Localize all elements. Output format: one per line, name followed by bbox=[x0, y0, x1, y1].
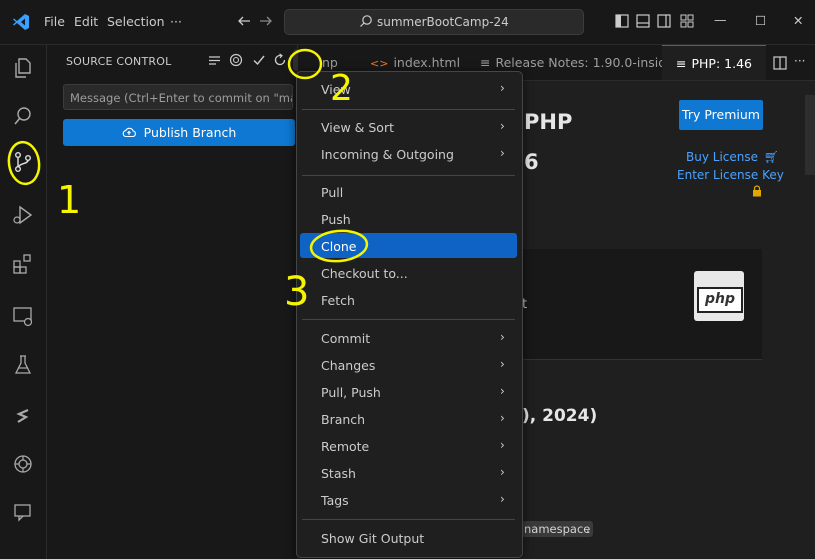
view-as-list-icon[interactable] bbox=[208, 54, 221, 67]
menu-file[interactable]: File bbox=[44, 14, 65, 29]
chevron-right-icon: › bbox=[500, 81, 505, 95]
toggle-panel-icon[interactable] bbox=[636, 14, 650, 28]
maximize-button[interactable]: ☐ bbox=[755, 13, 766, 28]
menu-item-incoming-outgoing[interactable]: Incoming & Outgoing bbox=[321, 147, 454, 162]
publish-branch-label: Publish Branch bbox=[143, 125, 237, 140]
editor-scrollbar[interactable] bbox=[805, 95, 815, 175]
document-icon: ≡ bbox=[676, 56, 687, 71]
code-inline: namespace bbox=[521, 521, 594, 537]
tab-label: Release Notes: 1.90.0-insider bbox=[495, 55, 679, 70]
code-trailing-text: . bbox=[586, 521, 590, 535]
menu-item-checkout-to[interactable]: Checkout to... bbox=[321, 266, 408, 281]
panel-title: SOURCE CONTROL bbox=[66, 55, 172, 68]
minimize-button[interactable]: — bbox=[714, 12, 727, 27]
menu-item-commit[interactable]: Commit bbox=[321, 331, 370, 346]
forward-arrow-icon[interactable] bbox=[258, 13, 274, 29]
chatgpt-icon[interactable] bbox=[11, 452, 35, 476]
menu-item-tags[interactable]: Tags bbox=[321, 493, 349, 508]
menu-separator bbox=[302, 319, 515, 320]
menu-item-branch[interactable]: Branch bbox=[321, 412, 365, 427]
try-premium-button[interactable]: Try Premium bbox=[679, 100, 763, 130]
menu-item-changes[interactable]: Changes bbox=[321, 358, 375, 373]
menu-item-view-sort[interactable]: View & Sort bbox=[321, 120, 394, 135]
tab-label: index.html bbox=[393, 55, 461, 70]
menu-separator bbox=[302, 175, 515, 176]
chevron-right-icon: › bbox=[500, 357, 505, 371]
run-debug-icon[interactable] bbox=[11, 203, 35, 227]
extensions-icon[interactable] bbox=[11, 252, 35, 276]
menu-item-clone[interactable]: Clone bbox=[321, 239, 356, 254]
explorer-icon[interactable] bbox=[11, 56, 35, 80]
chevron-right-icon: › bbox=[500, 330, 505, 344]
customize-layout-icon[interactable] bbox=[680, 14, 694, 28]
menu-separator bbox=[302, 519, 515, 520]
commit-message-input[interactable]: Message (Ctrl+Enter to commit on "main") bbox=[63, 84, 293, 110]
search-text: summerBootCamp-24 bbox=[377, 15, 509, 29]
enter-license-key-link[interactable]: Enter License Key bbox=[677, 168, 784, 182]
vscode-logo-icon bbox=[12, 13, 30, 31]
back-arrow-icon[interactable] bbox=[236, 13, 252, 29]
search-view-icon[interactable] bbox=[11, 104, 35, 128]
source-control-more-menu bbox=[296, 71, 523, 558]
menu-selection[interactable]: Selection bbox=[107, 14, 165, 29]
chevron-right-icon: › bbox=[500, 438, 505, 452]
refresh-icon[interactable] bbox=[273, 53, 287, 67]
menu-separator bbox=[302, 109, 515, 110]
cart-icon: 🛒︎ bbox=[763, 150, 780, 164]
chat-icon[interactable] bbox=[11, 500, 35, 524]
split-editor-icon[interactable] bbox=[773, 56, 787, 70]
command-center-search[interactable]: summerBootCamp-24 bbox=[284, 9, 584, 35]
chevron-right-icon: › bbox=[500, 465, 505, 479]
source-control-icon[interactable] bbox=[11, 150, 35, 174]
tab-php[interactable]: ≡PHP: 1.46 ✕ bbox=[662, 45, 766, 106]
lock-icon bbox=[752, 185, 762, 197]
release-date-heading: ), 2024) bbox=[522, 406, 598, 426]
search-icon bbox=[359, 12, 373, 27]
menu-item-push[interactable]: Push bbox=[321, 212, 351, 227]
php-logo: php bbox=[694, 271, 744, 321]
page-heading: PHP bbox=[524, 110, 573, 134]
version-heading: 6 bbox=[524, 150, 539, 174]
remote-explorer-icon[interactable] bbox=[11, 304, 35, 328]
menu-more[interactable]: ··· bbox=[170, 14, 182, 29]
chevron-right-icon: › bbox=[500, 146, 505, 160]
divider bbox=[520, 359, 762, 360]
chevron-right-icon: › bbox=[500, 492, 505, 506]
menu-item-fetch[interactable]: Fetch bbox=[321, 293, 355, 308]
extension-s-icon[interactable] bbox=[11, 404, 35, 428]
menu-item-show-git-output[interactable]: Show Git Output bbox=[321, 531, 424, 546]
menu-item-pull[interactable]: Pull bbox=[321, 185, 343, 200]
html-file-icon: <> bbox=[370, 57, 389, 70]
menu-item-view[interactable]: View bbox=[321, 82, 351, 97]
menu-item-pull-push[interactable]: Pull, Push bbox=[321, 385, 381, 400]
buy-license-label: Buy License bbox=[686, 150, 758, 164]
editor-more-button[interactable]: ··· bbox=[794, 54, 805, 68]
openai-icon[interactable] bbox=[229, 53, 243, 67]
php-logo-text: php bbox=[697, 287, 743, 313]
chevron-right-icon: › bbox=[500, 119, 505, 133]
chevron-right-icon: › bbox=[500, 411, 505, 425]
document-icon: ≡ bbox=[480, 55, 491, 70]
publish-branch-button[interactable]: Publish Branch bbox=[63, 119, 295, 146]
testing-flask-icon[interactable] bbox=[11, 353, 35, 377]
tab-label: PHP: 1.46 bbox=[691, 56, 752, 71]
toggle-secondary-sidebar-icon[interactable] bbox=[657, 14, 671, 28]
menu-edit[interactable]: Edit bbox=[74, 14, 98, 29]
menu-item-stash[interactable]: Stash bbox=[321, 466, 356, 481]
menu-item-remote[interactable]: Remote bbox=[321, 439, 369, 454]
commit-check-icon[interactable] bbox=[252, 53, 266, 67]
buy-license-link[interactable]: Buy License 🛒︎ bbox=[686, 150, 779, 164]
close-window-button[interactable]: ✕ bbox=[793, 13, 803, 28]
chevron-right-icon: › bbox=[500, 384, 505, 398]
toggle-sidebar-icon[interactable] bbox=[615, 14, 629, 28]
cloud-upload-icon bbox=[122, 120, 136, 138]
